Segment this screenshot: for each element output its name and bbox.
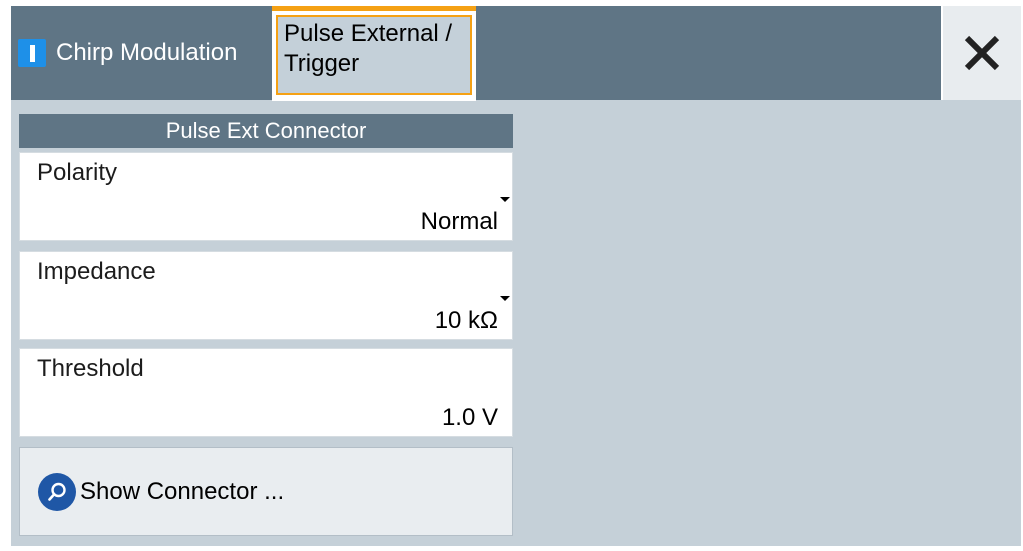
- section-title: Pulse Ext Connector: [19, 114, 513, 148]
- tab-label-line2: Trigger: [284, 50, 360, 77]
- threshold-field[interactable]: Threshold 1.0 V: [19, 348, 513, 437]
- tab-pulse-external-trigger[interactable]: Pulse External / Trigger: [272, 6, 476, 101]
- tab-label-line1: Pulse External /: [284, 20, 453, 47]
- chevron-down-icon: [500, 197, 510, 202]
- tab-pulse-external-trigger-label: Pulse External / Trigger: [276, 15, 472, 95]
- chevron-down-icon: [500, 296, 510, 301]
- state-on-icon: [18, 39, 46, 67]
- polarity-label: Polarity: [37, 159, 118, 186]
- tab-bar: Chirp Modulation Pulse External / Trigge…: [11, 6, 1021, 101]
- close-icon: [964, 35, 1000, 71]
- polarity-value: Normal: [420, 208, 498, 235]
- tab-chirp-modulation-label: Chirp Modulation: [56, 39, 238, 66]
- threshold-value: 1.0 V: [441, 404, 498, 431]
- threshold-label: Threshold: [37, 355, 144, 382]
- polarity-dropdown[interactable]: Polarity Normal: [19, 152, 513, 241]
- close-button[interactable]: [941, 6, 1021, 100]
- impedance-label: Impedance: [37, 258, 156, 285]
- dialog-root: Chirp Modulation Pulse External / Trigge…: [11, 6, 1021, 546]
- impedance-dropdown[interactable]: Impedance 10 kΩ: [19, 251, 513, 340]
- tab-chirp-modulation[interactable]: Chirp Modulation: [11, 6, 269, 100]
- show-connector-label: Show Connector ...: [80, 477, 285, 505]
- search-icon: [38, 472, 76, 511]
- impedance-value: 10 kΩ: [434, 307, 498, 334]
- show-connector-button[interactable]: Show Connector ...: [19, 447, 513, 536]
